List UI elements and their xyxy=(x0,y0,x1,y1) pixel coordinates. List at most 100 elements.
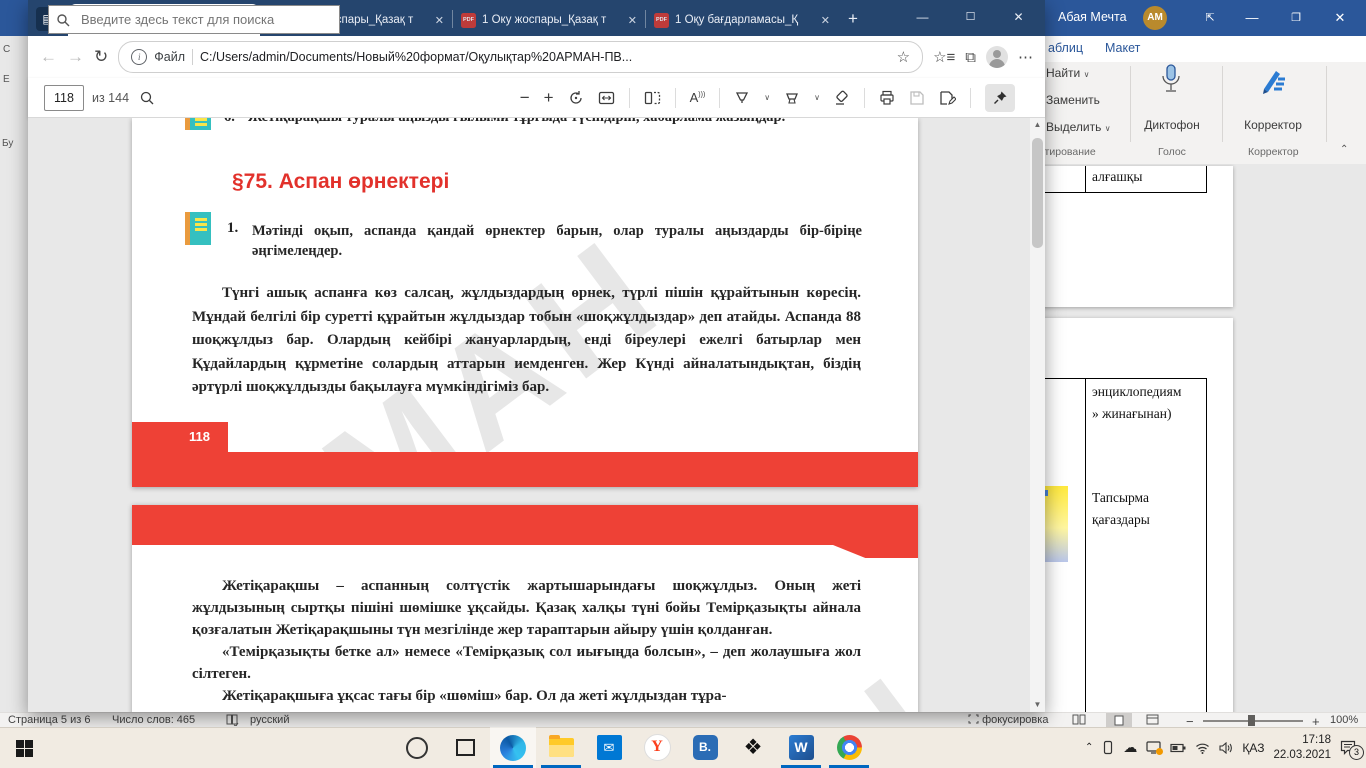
pdf-scrollbar[interactable]: ▲ ▼ xyxy=(1030,118,1045,712)
table-cell-text[interactable]: қағаздары xyxy=(1092,512,1150,528)
dictate-icon[interactable] xyxy=(1160,64,1182,98)
table-cell-text[interactable]: » жинағынан) xyxy=(1092,406,1171,422)
save-icon[interactable] xyxy=(909,90,925,106)
taskbar-mail-button[interactable]: ✉ xyxy=(586,727,632,768)
browser-tab[interactable]: PDF 1 Оқу бағдарламасы_Қ ✕ xyxy=(646,4,838,36)
new-tab-button[interactable]: + xyxy=(848,9,858,29)
pdf-search-icon[interactable] xyxy=(139,90,155,106)
keyboard-language[interactable]: ҚАЗ xyxy=(1242,741,1264,755)
taskbar-clock[interactable]: 17:18 22.03.2021 xyxy=(1273,733,1331,762)
tab-layout[interactable]: Макет xyxy=(1105,41,1140,55)
status-word-count[interactable]: Число слов: 465 xyxy=(112,714,195,726)
action-center-button[interactable]: 3 xyxy=(1340,740,1364,760)
collections-icon[interactable]: ⧉ xyxy=(965,49,976,66)
profile-avatar[interactable] xyxy=(986,46,1008,68)
erase-icon[interactable] xyxy=(834,90,850,106)
taskbar-yandex-button[interactable]: Y xyxy=(634,727,680,768)
table-cell-text[interactable]: энциклопедиям xyxy=(1092,384,1181,400)
pdf-page-input[interactable] xyxy=(44,84,84,111)
tab-close-icon[interactable]: ✕ xyxy=(821,14,830,27)
status-language[interactable]: русский xyxy=(250,714,289,726)
taskbar-word-button[interactable]: W xyxy=(778,727,824,768)
status-page-indicator[interactable]: Страница 5 из 6 xyxy=(8,714,90,726)
word-page-1[interactable]: алғашқы xyxy=(1040,166,1233,307)
zoom-slider-thumb[interactable] xyxy=(1248,715,1255,726)
highlight-icon[interactable] xyxy=(784,90,800,106)
word-avatar[interactable]: АМ xyxy=(1143,6,1167,30)
fit-to-width-icon[interactable] xyxy=(598,90,615,106)
pdf-viewport[interactable]: АРМАН 6. Жетіқарақшы туралы аңызды ғылым… xyxy=(28,118,1045,712)
your-phone-icon[interactable] xyxy=(1102,740,1114,755)
read-mode-icon[interactable] xyxy=(1072,714,1086,725)
save-as-icon[interactable] xyxy=(939,90,956,106)
dictate-button[interactable]: Диктофон xyxy=(1140,118,1204,132)
battery-icon[interactable] xyxy=(1170,743,1186,753)
zoom-in-icon[interactable]: + xyxy=(544,88,554,108)
print-icon[interactable] xyxy=(879,90,895,106)
address-url[interactable]: C:/Users/admin/Documents/Новый%20формат/… xyxy=(200,50,890,64)
draw-icon[interactable] xyxy=(734,90,750,106)
web-layout-icon[interactable] xyxy=(1146,714,1159,725)
address-bar[interactable]: i Файл C:/Users/admin/Documents/Новый%20… xyxy=(118,41,924,73)
pdf-page-119[interactable]: асы Жетіқарақшы – аспанның солтүстік жар… xyxy=(132,505,918,712)
edge-minimize-button[interactable]: — xyxy=(900,0,945,34)
zoom-out-icon[interactable]: − xyxy=(520,88,530,108)
editor-button[interactable]: Корректор xyxy=(1230,118,1316,132)
collapse-ribbon-icon[interactable]: ⌃ xyxy=(1340,144,1348,155)
add-favorite-icon[interactable]: ☆ xyxy=(897,48,910,66)
favorites-bar-icon[interactable]: ☆≡ xyxy=(933,48,955,66)
read-aloud-icon[interactable]: A))) xyxy=(690,90,706,105)
onedrive-icon[interactable]: ☁ xyxy=(1123,739,1137,756)
edge-close-button[interactable]: ✕ xyxy=(996,0,1041,34)
scrollbar-thumb[interactable] xyxy=(1032,138,1043,248)
rotate-icon[interactable] xyxy=(568,90,584,106)
scroll-up-icon[interactable]: ▲ xyxy=(1030,118,1045,132)
focus-mode-button[interactable]: фокусировка xyxy=(968,714,1048,726)
taskbar-search-input[interactable] xyxy=(48,5,340,34)
ribbon-display-options-icon[interactable]: ⇱ xyxy=(1190,0,1230,36)
task-view-button[interactable] xyxy=(442,727,488,768)
edge-maximize-button[interactable]: ☐ xyxy=(948,0,993,34)
display-settings-icon[interactable] xyxy=(1146,741,1164,755)
table-cell-text[interactable]: Тапсырма xyxy=(1092,490,1149,506)
highlight-options-chevron-icon[interactable]: ∨ xyxy=(814,93,820,102)
forward-icon[interactable]: → xyxy=(67,47,84,67)
footer-band xyxy=(132,452,918,487)
refresh-icon[interactable]: ↻ xyxy=(94,47,108,67)
browser-tab[interactable]: PDF 1 Оку жоспары_Қазақ т ✕ xyxy=(453,4,645,36)
zoom-level[interactable]: 100% xyxy=(1330,714,1358,726)
table-cell-text[interactable]: алғашқы xyxy=(1092,169,1142,185)
taskbar-chrome-button[interactable] xyxy=(826,727,872,768)
word-restore-button[interactable]: ❐ xyxy=(1276,0,1316,36)
pin-toolbar-button[interactable] xyxy=(985,83,1015,112)
page-info-icon[interactable]: i xyxy=(131,49,148,65)
word-minimize-button[interactable]: — xyxy=(1232,0,1272,36)
taskbar-edge-button[interactable] xyxy=(490,727,536,768)
tab-close-icon[interactable]: ✕ xyxy=(435,14,444,27)
find-button[interactable]: Найти ∨ xyxy=(1046,66,1089,80)
draw-options-chevron-icon[interactable]: ∨ xyxy=(764,93,770,102)
settings-menu-icon[interactable]: ⋯ xyxy=(1018,48,1033,66)
taskbar-vk-button[interactable]: В. xyxy=(682,727,728,768)
back-icon[interactable]: ← xyxy=(40,47,57,67)
tray-expand-icon[interactable]: ⌃ xyxy=(1085,742,1093,753)
select-button[interactable]: Выделить ∨ xyxy=(1046,120,1111,134)
tab-table-design[interactable]: аблиц xyxy=(1048,41,1083,55)
volume-icon[interactable] xyxy=(1219,741,1233,754)
cortana-button[interactable] xyxy=(394,727,440,768)
editor-icon[interactable] xyxy=(1258,65,1288,95)
tab-close-icon[interactable]: ✕ xyxy=(628,14,637,27)
taskbar-explorer-button[interactable] xyxy=(538,727,584,768)
replace-button[interactable]: Заменить xyxy=(1046,93,1100,107)
wifi-icon[interactable] xyxy=(1195,742,1210,754)
print-layout-icon[interactable] xyxy=(1106,713,1132,727)
word-close-button[interactable]: ✕ xyxy=(1320,0,1360,36)
pdf-page-118[interactable]: АРМАН 6. Жетіқарақшы туралы аңызды ғылым… xyxy=(132,118,918,487)
page-view-icon[interactable] xyxy=(644,90,661,106)
taskbar-dropbox-button[interactable]: ❖ xyxy=(730,727,776,768)
start-button[interactable] xyxy=(0,728,48,768)
word-page-2[interactable]: энциклопедиям » жинағынан) Тапсырма қаға… xyxy=(1040,318,1233,712)
proofing-icon[interactable] xyxy=(226,714,239,726)
scroll-down-icon[interactable]: ▼ xyxy=(1030,698,1045,712)
page-number: 118 xyxy=(189,429,210,444)
